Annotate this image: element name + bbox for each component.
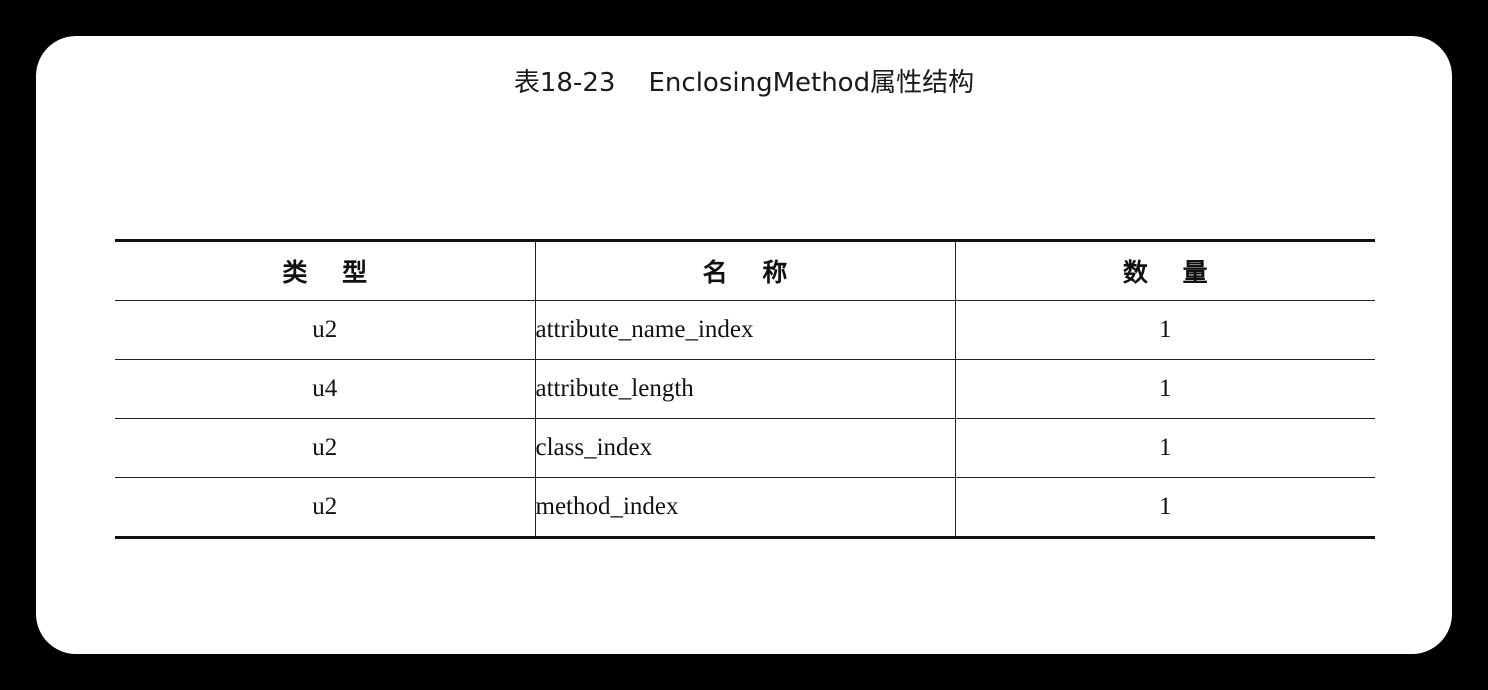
cell-count: 1 xyxy=(954,359,1375,419)
cell-type: u2 xyxy=(115,300,536,360)
table-row: u2 method_index 1 xyxy=(115,477,1375,539)
cell-name: attribute_length xyxy=(534,359,956,419)
attribute-structure-table: 类 型 名 称 数 量 u2 attribute_name_index 1 u4… xyxy=(115,239,1375,539)
table-header-row: 类 型 名 称 数 量 xyxy=(115,239,1375,301)
table-row: u2 class_index 1 xyxy=(115,418,1375,478)
cell-type: u2 xyxy=(115,477,536,539)
table-caption: 表18-23 EnclosingMethod属性结构 xyxy=(513,68,975,98)
header-type: 类 型 xyxy=(115,239,536,301)
cell-type: u2 xyxy=(115,418,536,478)
cell-type: u4 xyxy=(115,359,536,419)
table-row: u2 attribute_name_index 1 xyxy=(115,300,1375,360)
cell-count: 1 xyxy=(954,300,1375,360)
cell-count: 1 xyxy=(954,477,1375,539)
header-name: 名 称 xyxy=(534,239,956,301)
cell-count: 1 xyxy=(954,418,1375,478)
document-card: 表18-23 EnclosingMethod属性结构 类 型 名 称 数 量 u… xyxy=(36,36,1452,654)
table-row: u4 attribute_length 1 xyxy=(115,359,1375,419)
cell-name: class_index xyxy=(534,418,956,478)
cell-name: method_index xyxy=(534,477,956,539)
cell-name: attribute_name_index xyxy=(534,300,956,360)
header-count: 数 量 xyxy=(954,239,1375,301)
